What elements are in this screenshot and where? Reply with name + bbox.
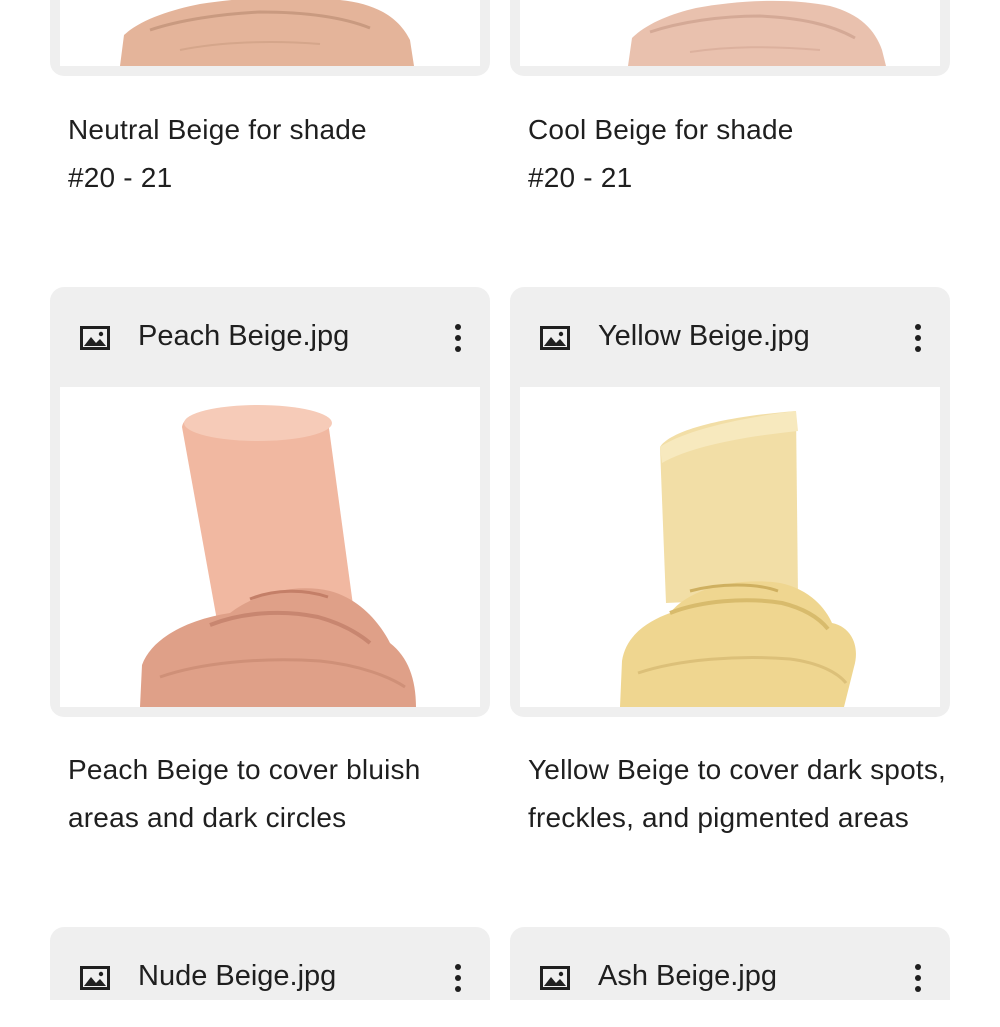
swatch-cool-beige-image	[628, 0, 886, 66]
file-name: Ash Beige.jpg	[598, 960, 777, 992]
thumbnail-peach-beige[interactable]	[60, 387, 480, 707]
caption-yellow-beige: Yellow Beige to cover dark spots, freckl…	[528, 746, 946, 842]
file-name: Peach Beige.jpg	[138, 320, 350, 352]
swatch-neutral-beige-image	[120, 0, 414, 66]
caption-neutral-beige: Neutral Beige for shade #20 - 21	[68, 106, 367, 202]
file-name: Nude Beige.jpg	[138, 960, 337, 992]
more-vert-icon[interactable]	[448, 963, 468, 993]
image-icon	[80, 966, 110, 990]
file-card-ash-beige[interactable]: Ash Beige.jpg	[510, 927, 950, 1000]
file-card-nude-beige[interactable]: Nude Beige.jpg	[50, 927, 490, 1000]
caption-peach-beige: Peach Beige to cover bluish areas and da…	[68, 746, 421, 842]
caption-line: #20 - 21	[68, 162, 173, 193]
card-header: Yellow Beige.jpg	[510, 287, 950, 387]
swatch-yellow-beige-image	[620, 411, 856, 707]
more-vert-icon[interactable]	[908, 963, 928, 993]
file-card-yellow-beige[interactable]: Yellow Beige.jpg	[510, 287, 950, 717]
more-vert-icon[interactable]	[908, 323, 928, 353]
caption-line: Yellow Beige to cover dark spots,	[528, 754, 947, 785]
card-header: Nude Beige.jpg	[50, 927, 490, 1027]
caption-cool-beige: Cool Beige for shade #20 - 21	[528, 106, 794, 202]
image-icon	[540, 326, 570, 350]
file-card-neutral-beige[interactable]	[50, 0, 490, 76]
file-name: Yellow Beige.jpg	[598, 320, 810, 352]
image-icon	[540, 966, 570, 990]
thumbnail-yellow-beige[interactable]	[520, 387, 940, 707]
caption-line: freckles, and pigmented areas	[528, 802, 909, 833]
file-card-cool-beige[interactable]	[510, 0, 950, 76]
swatch-peach-beige-image	[140, 405, 416, 707]
caption-line: Neutral Beige for shade	[68, 114, 367, 145]
caption-line: areas and dark circles	[68, 802, 347, 833]
more-vert-icon[interactable]	[448, 323, 468, 353]
caption-line: #20 - 21	[528, 162, 633, 193]
caption-line: Cool Beige for shade	[528, 114, 794, 145]
card-header: Ash Beige.jpg	[510, 927, 950, 1027]
image-icon	[80, 326, 110, 350]
card-header: Peach Beige.jpg	[50, 287, 490, 387]
caption-line: Peach Beige to cover bluish	[68, 754, 421, 785]
thumbnail-cool-beige[interactable]	[520, 0, 940, 66]
thumbnail-neutral-beige[interactable]	[60, 0, 480, 66]
file-card-peach-beige[interactable]: Peach Beige.jpg	[50, 287, 490, 717]
